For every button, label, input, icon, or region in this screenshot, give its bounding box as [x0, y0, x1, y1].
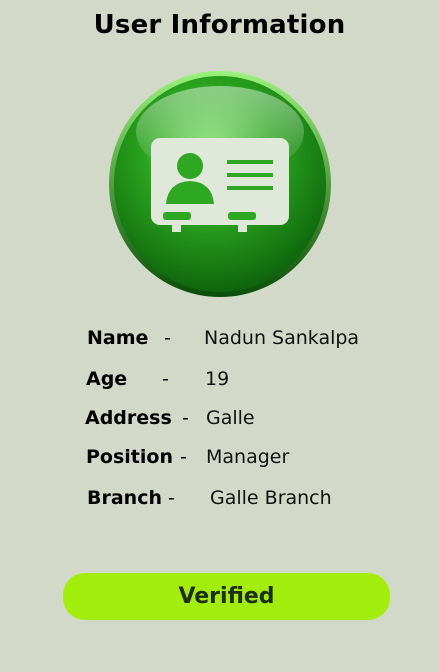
id-card-icon	[109, 71, 331, 297]
detail-row-position: Position - Manager	[0, 446, 439, 472]
detail-label: Age	[86, 368, 128, 390]
detail-row-name: Name - Nadun Sankalpa	[0, 327, 439, 353]
detail-separator: -	[182, 407, 189, 429]
detail-value: Manager	[206, 446, 290, 468]
verified-button[interactable]: Verified	[63, 573, 390, 620]
detail-label: Name	[87, 327, 149, 349]
detail-label: Branch	[87, 487, 162, 509]
detail-separator: -	[168, 487, 175, 509]
detail-label: Position	[86, 446, 173, 468]
detail-value: Galle Branch	[210, 487, 332, 509]
detail-value: Nadun Sankalpa	[204, 327, 360, 349]
detail-separator: -	[162, 368, 169, 390]
detail-value: 19	[205, 368, 230, 390]
detail-row-branch: Branch - Galle Branch	[0, 487, 439, 513]
detail-label: Address	[85, 407, 172, 429]
detail-separator: -	[180, 446, 187, 468]
detail-separator: -	[164, 327, 171, 349]
detail-row-age: Age - 19	[0, 368, 439, 394]
detail-value: Galle	[206, 407, 255, 429]
avatar	[108, 70, 332, 298]
detail-row-address: Address - Galle	[0, 407, 439, 433]
page-title: User Information	[93, 10, 346, 40]
